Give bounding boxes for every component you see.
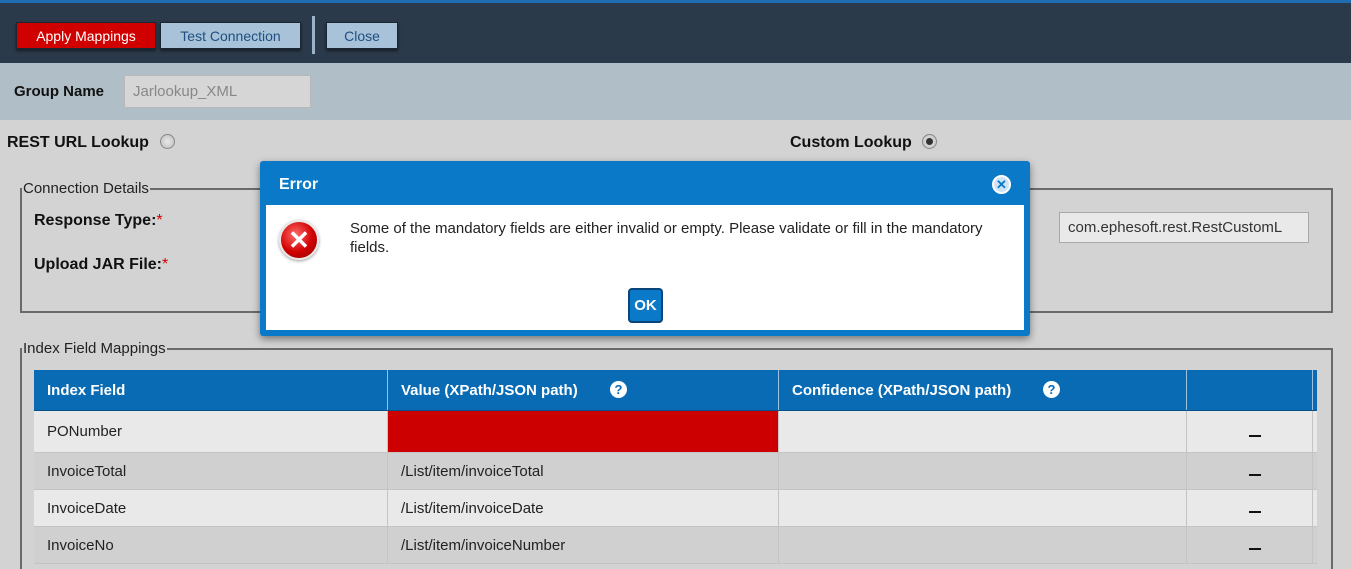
index-field-cell: InvoiceDate xyxy=(34,490,388,526)
index-field-cell: PONumber xyxy=(34,411,388,452)
custom-class-input[interactable]: com.ephesoft.rest.RestCustomL xyxy=(1059,212,1309,243)
confidence-cell[interactable] xyxy=(779,453,1187,489)
column-header-index-field: Index Field xyxy=(34,370,388,410)
dialog-message: Some of the mandatory fields are either … xyxy=(350,220,983,256)
upload-jar-text: Upload JAR File: xyxy=(34,256,163,273)
minus-icon[interactable] xyxy=(1249,548,1261,550)
confidence-cell[interactable] xyxy=(779,527,1187,563)
index-field-cell: InvoiceNo xyxy=(34,527,388,563)
help-icon[interactable]: ? xyxy=(610,381,627,398)
error-dialog: Error ✕ ✕ Some of the mandatory fields a… xyxy=(260,161,1030,336)
remove-row-cell xyxy=(1187,490,1313,526)
index-field-mappings-legend: Index Field Mappings xyxy=(23,340,166,357)
required-marker: * xyxy=(162,256,169,273)
remove-row-cell xyxy=(1187,527,1313,563)
ok-button[interactable]: OK xyxy=(628,288,663,323)
rest-url-lookup-label: REST URL Lookup xyxy=(7,134,149,151)
table-row: InvoiceTotal /List/item/invoiceTotal xyxy=(34,453,1317,490)
connection-details-legend: Connection Details xyxy=(23,180,149,197)
value-cell[interactable]: /List/item/invoiceDate xyxy=(388,490,779,526)
required-marker: * xyxy=(156,212,163,229)
minus-icon[interactable] xyxy=(1249,474,1261,476)
close-button[interactable]: Close xyxy=(326,22,398,49)
dialog-body: ✕ Some of the mandatory fields are eithe… xyxy=(266,205,1024,330)
close-icon[interactable]: ✕ xyxy=(992,175,1011,194)
custom-lookup-label: Custom Lookup xyxy=(790,134,912,151)
help-icon[interactable]: ? xyxy=(1043,381,1060,398)
table-header: Index Field Value (XPath/JSON path)? Con… xyxy=(34,370,1317,411)
dialog-title: Error xyxy=(279,176,319,193)
index-field-cell: InvoiceTotal xyxy=(34,453,388,489)
group-name-label: Group Name xyxy=(14,83,105,100)
group-name-input[interactable]: Jarlookup_XML xyxy=(124,75,311,108)
column-header-value: Value (XPath/JSON path)? xyxy=(388,370,779,410)
response-type-text: Response Type: xyxy=(34,212,157,229)
error-icon: ✕ xyxy=(279,220,319,260)
toolbar: Apply Mappings Test Connection Close xyxy=(0,0,1351,63)
value-cell[interactable]: /List/item/invoiceTotal xyxy=(388,453,779,489)
table-row: InvoiceDate /List/item/invoiceDate xyxy=(34,490,1317,527)
value-cell[interactable]: /List/item/invoiceNumber xyxy=(388,527,779,563)
confidence-cell[interactable] xyxy=(779,490,1187,526)
remove-row-cell xyxy=(1187,411,1313,452)
table-row: PONumber xyxy=(34,411,1317,453)
minus-icon[interactable] xyxy=(1249,511,1261,513)
remove-row-cell xyxy=(1187,453,1313,489)
column-header-confidence: Confidence (XPath/JSON path)? xyxy=(779,370,1187,410)
apply-mappings-button[interactable]: Apply Mappings xyxy=(16,22,156,49)
custom-lookup-radio[interactable] xyxy=(922,134,937,149)
column-header-actions xyxy=(1187,370,1313,410)
group-name-bar: Group Name Jarlookup_XML xyxy=(0,63,1351,120)
value-cell-invalid[interactable] xyxy=(388,411,779,452)
toolbar-divider xyxy=(312,16,315,54)
mappings-table: Index Field Value (XPath/JSON path)? Con… xyxy=(34,370,1317,564)
minus-icon[interactable] xyxy=(1249,434,1261,437)
confidence-cell[interactable] xyxy=(779,411,1187,452)
rest-url-lookup-radio[interactable] xyxy=(160,134,175,149)
table-row: InvoiceNo /List/item/invoiceNumber xyxy=(34,527,1317,564)
test-connection-button[interactable]: Test Connection xyxy=(160,22,301,49)
upload-jar-label: Upload JAR File:* xyxy=(34,256,168,274)
response-type-label: Response Type:* xyxy=(34,212,163,230)
